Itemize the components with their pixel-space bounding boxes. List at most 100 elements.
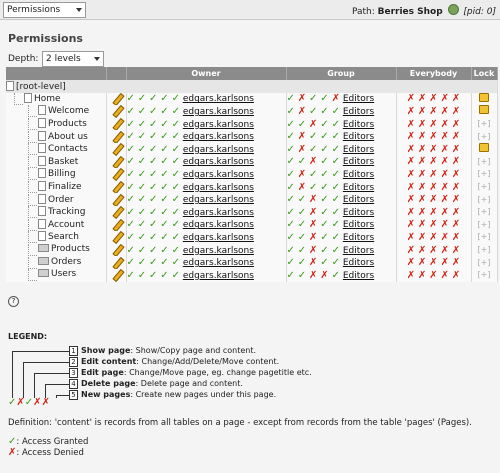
owner-link[interactable]: edgars.karlsons [183,183,254,193]
unlock-icon[interactable]: [+] [478,182,491,191]
owner-link[interactable]: edgars.karlsons [183,170,254,180]
pencil-icon[interactable] [111,194,122,204]
group-link[interactable]: Editors [343,220,374,230]
page-title-cell[interactable]: Products [48,119,87,129]
cross-icon: ✗ [309,257,318,269]
depth-select[interactable]: 2 levels [42,51,104,67]
group-link[interactable]: Editors [343,145,374,155]
check-icon: ✓ [137,206,147,218]
pencil-icon[interactable] [111,181,122,191]
check-icon: ✓ [331,181,340,193]
owner-link[interactable]: edgars.karlsons [183,246,254,256]
pencil-icon[interactable] [111,156,122,166]
group-link[interactable]: Editors [343,120,374,130]
owner-link[interactable]: edgars.karlsons [183,120,254,130]
page-title-cell[interactable]: Contacts [48,144,88,154]
page-title-cell[interactable]: Home [34,94,61,104]
cross-icon: ✗ [429,168,438,180]
pencil-icon[interactable] [111,206,122,216]
cross-icon: ✗ [429,105,438,117]
owner-link[interactable]: edgars.karlsons [183,208,254,218]
group-link[interactable]: Editors [343,233,374,243]
pencil-icon[interactable] [111,93,122,103]
cross-icon: ✗ [418,143,427,155]
pencil-icon[interactable] [111,257,122,267]
unlock-icon[interactable]: [+] [478,132,491,141]
page-title-cell[interactable]: Welcome [48,106,89,116]
cross-icon: ✗ [451,181,461,193]
page-title-cell[interactable]: Tracking [48,207,85,217]
pencil-icon[interactable] [111,244,122,254]
group-link[interactable]: Editors [343,107,374,117]
cross-icon: ✗ [406,206,416,218]
path-display: Path: Berries Shop [pid: 0] [352,4,496,17]
unlock-icon[interactable]: [+] [478,157,491,166]
page-title-cell[interactable]: About us [48,132,88,142]
page-title-cell[interactable]: Basket [48,157,78,167]
pencil-icon[interactable] [111,269,122,279]
check-icon: ✓ [171,206,180,218]
unlock-icon[interactable]: [+] [478,270,491,279]
owner-link[interactable]: edgars.karlsons [183,258,254,268]
path-value[interactable]: Berries Shop [378,7,443,17]
owner-link[interactable]: edgars.karlsons [183,132,254,142]
unlock-icon[interactable]: [+] [478,119,491,128]
group-link[interactable]: Editors [343,271,374,281]
owner-link[interactable]: edgars.karlsons [183,107,254,117]
group-link[interactable]: Editors [343,246,374,256]
group-link[interactable]: Editors [343,208,374,218]
legend-item-name: Show page [81,346,131,355]
owner-link[interactable]: edgars.karlsons [183,233,254,243]
pencil-icon[interactable] [111,219,122,229]
check-icon: ✓ [171,105,180,117]
pencil-icon[interactable] [111,105,122,115]
check-icon: ✓ [149,181,158,193]
group-link[interactable]: Editors [343,183,374,193]
owner-link[interactable]: edgars.karlsons [183,157,254,167]
page-title-cell[interactable]: Order [48,195,74,205]
owner-link[interactable]: edgars.karlsons [183,220,254,230]
check-icon: ✓ [160,143,169,155]
group-link[interactable]: Editors [343,170,374,180]
legend-number: 3 [69,368,78,378]
lock-icon[interactable] [479,92,489,102]
owner-link[interactable]: edgars.karlsons [183,145,254,155]
page-title-cell[interactable]: Finalize [48,182,82,192]
unlock-icon[interactable]: [+] [478,195,491,204]
unlock-icon[interactable]: [+] [478,220,491,229]
pencil-icon[interactable] [111,168,122,178]
check-icon: ✓ [171,244,180,256]
lock-icon[interactable] [479,105,489,115]
page-title-cell[interactable]: Users [51,269,76,279]
table-row: Welcome ✓ ✓ ✓ ✓ ✓ edgars.karlsons ✓ ✗ ✓ ✓ … [6,105,498,118]
group-link[interactable]: Editors [343,195,374,205]
group-link[interactable]: Editors [343,132,374,142]
owner-link[interactable]: edgars.karlsons [183,94,254,104]
function-select[interactable]: Permissions [3,2,86,18]
definition-text: Definition: 'content' is records from al… [8,418,472,428]
check-icon: ✓ [320,206,329,218]
group-link[interactable]: Editors [343,94,374,104]
unlock-icon[interactable]: [+] [478,232,491,241]
group-link[interactable]: Editors [343,258,374,268]
group-link[interactable]: Editors [343,157,374,167]
pencil-icon[interactable] [111,131,122,141]
pencil-icon[interactable] [111,118,122,128]
page-title-cell[interactable]: Billing [48,169,76,179]
pencil-icon[interactable] [111,143,122,153]
check-icon: ✓ [286,105,295,117]
page-title-cell[interactable]: Products [51,244,90,254]
unlock-icon[interactable]: [+] [478,245,491,254]
owner-link[interactable]: edgars.karlsons [183,195,254,205]
lock-icon[interactable] [479,143,489,153]
page-title-cell[interactable]: Search [48,232,79,242]
help-icon[interactable]: ? [8,296,19,307]
unlock-icon[interactable]: [+] [478,207,491,216]
pencil-icon[interactable] [111,231,122,241]
unlock-icon[interactable]: [+] [478,258,491,267]
unlock-icon[interactable]: [+] [478,169,491,178]
owner-link[interactable]: edgars.karlsons [183,271,254,281]
page-title-cell[interactable]: Account [48,220,84,230]
page-title-cell[interactable]: Orders [51,257,81,267]
cross-icon: ✗ [297,143,307,155]
